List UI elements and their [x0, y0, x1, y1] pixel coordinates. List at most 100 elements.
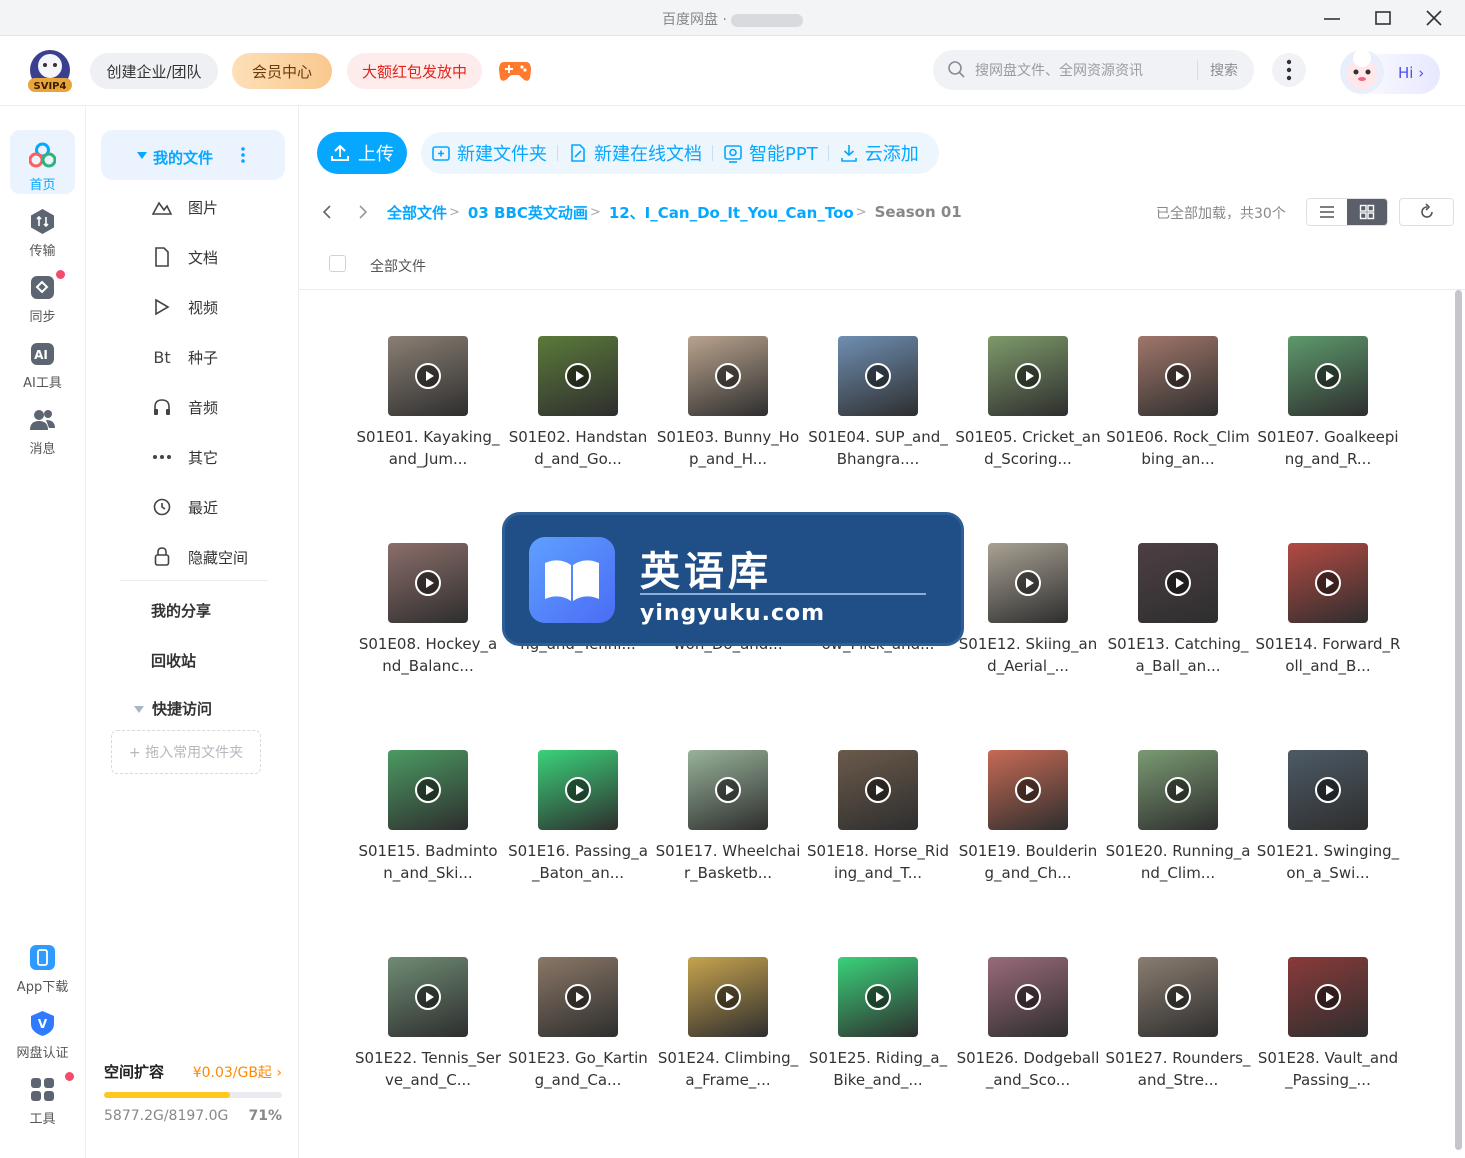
rail-item-app-download[interactable]: App下载	[10, 932, 75, 996]
file-tile[interactable]: S01E23. Go_Karting_and_Ca...	[505, 957, 651, 1091]
video-thumbnail[interactable]	[538, 957, 618, 1037]
file-tile[interactable]: S01E02. Handstand_and_Go...	[505, 336, 651, 470]
new-folder-button[interactable]: 新建文件夹	[421, 140, 557, 166]
sidebar-my-files[interactable]: 我的文件	[101, 130, 285, 180]
video-thumbnail[interactable]	[988, 543, 1068, 623]
file-tile[interactable]: S01E03. Bunny_Hop_and_H...	[655, 336, 801, 470]
sidebar-item-videos[interactable]: 视频	[150, 292, 300, 322]
storage-price-link[interactable]: ¥0.03/GB起 ›	[193, 1062, 282, 1082]
sidebar-item-images[interactable]: 图片	[150, 192, 300, 222]
sidebar-item-audio[interactable]: 音频	[150, 392, 300, 422]
close-button[interactable]	[1414, 4, 1454, 32]
video-thumbnail[interactable]	[1138, 957, 1218, 1037]
breadcrumb-series-folder[interactable]: 12、I_Can_Do_It_You_Can_Too	[609, 202, 854, 223]
vertical-scrollbar[interactable]	[1455, 290, 1462, 1150]
list-view-button[interactable]	[1307, 199, 1347, 225]
file-tile[interactable]: S01E01. Kayaking_and_Jum...	[355, 336, 501, 470]
sidebar-item-hidden-space[interactable]: 隐藏空间	[150, 542, 300, 572]
new-online-doc-button[interactable]: 新建在线文档	[558, 140, 712, 166]
minimize-button[interactable]	[1312, 4, 1352, 32]
file-tile[interactable]: S01E27. Rounders_and_Stre...	[1105, 957, 1251, 1091]
game-button[interactable]	[498, 56, 532, 84]
sidebar-item-my-share[interactable]: 我的分享	[151, 600, 211, 621]
video-thumbnail[interactable]	[388, 957, 468, 1037]
video-thumbnail[interactable]	[838, 750, 918, 830]
video-thumbnail[interactable]	[1138, 543, 1218, 623]
red-packet-button[interactable]: 大额红包发放中	[347, 53, 482, 89]
file-tile[interactable]: S01E20. Running_and_Clim...	[1105, 750, 1251, 884]
video-thumbnail[interactable]	[388, 543, 468, 623]
file-tile[interactable]: S01E07. Goalkeeping_and_R...	[1255, 336, 1401, 470]
more-menu-button[interactable]	[1272, 53, 1306, 87]
sidebar-item-documents[interactable]: 文档	[150, 242, 300, 272]
rail-item-tools[interactable]: 工具	[10, 1064, 75, 1128]
video-thumbnail[interactable]	[838, 336, 918, 416]
file-tile[interactable]: S01E15. Badminton_and_Ski...	[355, 750, 501, 884]
file-tile[interactable]: S01E22. Tennis_Serve_and_C...	[355, 957, 501, 1091]
forward-button[interactable]	[353, 202, 373, 222]
create-team-button[interactable]: 创建企业/团队	[90, 53, 218, 89]
file-tile[interactable]: S01E21. Swinging_on_a_Swi...	[1255, 750, 1401, 884]
video-thumbnail[interactable]	[688, 957, 768, 1037]
video-thumbnail[interactable]	[388, 750, 468, 830]
rail-item-sync[interactable]: 同步	[10, 262, 75, 326]
video-thumbnail[interactable]	[688, 750, 768, 830]
video-thumbnail[interactable]	[988, 750, 1068, 830]
file-tile[interactable]: S01E12. Skiing_and_Aerial_...	[955, 543, 1101, 677]
file-tile[interactable]: S01E19. Bouldering_and_Ch...	[955, 750, 1101, 884]
video-thumbnail[interactable]	[1138, 336, 1218, 416]
grid-view-button[interactable]	[1347, 199, 1387, 225]
sidebar-item-recycle-bin[interactable]: 回收站	[151, 650, 196, 671]
sidebar-quick-access[interactable]: 快捷访问	[134, 698, 212, 719]
file-tile[interactable]: S01E05. Cricket_and_Scoring...	[955, 336, 1101, 470]
refresh-button[interactable]	[1399, 198, 1454, 226]
file-tile[interactable]: S01E08. Hockey_and_Balanc...	[355, 543, 501, 677]
file-tile[interactable]: S01E04. SUP_and_Bhangra....	[805, 336, 951, 470]
breadcrumb-bbc-folder[interactable]: 03 BBC英文动画	[468, 202, 588, 223]
maximize-button[interactable]	[1363, 4, 1403, 32]
file-tile[interactable]: S01E13. Catching_a_Ball_an...	[1105, 543, 1251, 677]
rail-item-transfer[interactable]: 传输	[10, 196, 75, 260]
smart-ppt-button[interactable]: 智能PPT	[713, 140, 828, 166]
video-thumbnail[interactable]	[1288, 750, 1368, 830]
file-tile[interactable]: S01E14. Forward_Roll_and_B...	[1255, 543, 1401, 677]
file-tile[interactable]: S01E06. Rock_Climbing_an...	[1105, 336, 1251, 470]
video-thumbnail[interactable]	[1138, 750, 1218, 830]
search-box[interactable]: 搜网盘文件、全网资源资讯 搜索	[933, 50, 1254, 90]
video-thumbnail[interactable]	[838, 957, 918, 1037]
rail-item-messages[interactable]: 消息	[10, 394, 75, 458]
file-tile[interactable]: S01E25. Riding_a_Bike_and_...	[805, 957, 951, 1091]
sidebar-item-other[interactable]: 其它	[150, 442, 300, 472]
video-thumbnail[interactable]	[988, 336, 1068, 416]
file-tile[interactable]: S01E26. Dodgeball_and_Sco...	[955, 957, 1101, 1091]
sidebar-item-torrents[interactable]: Bt 种子	[150, 342, 300, 372]
upload-button[interactable]: 上传	[317, 132, 407, 174]
select-all-checkbox[interactable]	[329, 255, 346, 272]
file-tile[interactable]: S01E24. Climbing_a_Frame_...	[655, 957, 801, 1091]
video-thumbnail[interactable]	[538, 336, 618, 416]
rail-item-home[interactable]: 首页	[10, 130, 75, 194]
video-thumbnail[interactable]	[538, 750, 618, 830]
video-thumbnail[interactable]	[988, 957, 1068, 1037]
rail-item-verify[interactable]: V 网盘认证	[10, 998, 75, 1062]
video-thumbnail[interactable]	[1288, 957, 1368, 1037]
file-tile[interactable]: S01E17. Wheelchair_Basketb...	[655, 750, 801, 884]
file-tile[interactable]: S01E28. Vault_and_Passing_...	[1255, 957, 1401, 1091]
sidebar-item-recent[interactable]: 最近	[150, 492, 300, 522]
video-thumbnail[interactable]	[1288, 543, 1368, 623]
file-tile[interactable]: S01E18. Horse_Riding_and_T...	[805, 750, 951, 884]
video-thumbnail[interactable]	[688, 336, 768, 416]
back-button[interactable]	[317, 202, 337, 222]
video-thumbnail[interactable]	[1288, 336, 1368, 416]
file-tile[interactable]: S01E16. Passing_a_Baton_an...	[505, 750, 651, 884]
quick-access-drop-zone[interactable]: + 拖入常用文件夹	[111, 730, 261, 774]
search-input[interactable]: 搜网盘文件、全网资源资讯	[975, 60, 1197, 80]
svip-logo[interactable]: SVIP4	[24, 48, 76, 94]
member-center-button[interactable]: 会员中心	[232, 53, 332, 89]
video-thumbnail[interactable]	[388, 336, 468, 416]
my-files-more-icon[interactable]	[241, 146, 245, 164]
cloud-add-button[interactable]: 云添加	[829, 140, 929, 166]
breadcrumb-all-files[interactable]: 全部文件	[387, 202, 447, 223]
assistant-avatar[interactable]	[1334, 44, 1390, 100]
rail-item-ai-tools[interactable]: AI AI工具	[10, 328, 75, 392]
